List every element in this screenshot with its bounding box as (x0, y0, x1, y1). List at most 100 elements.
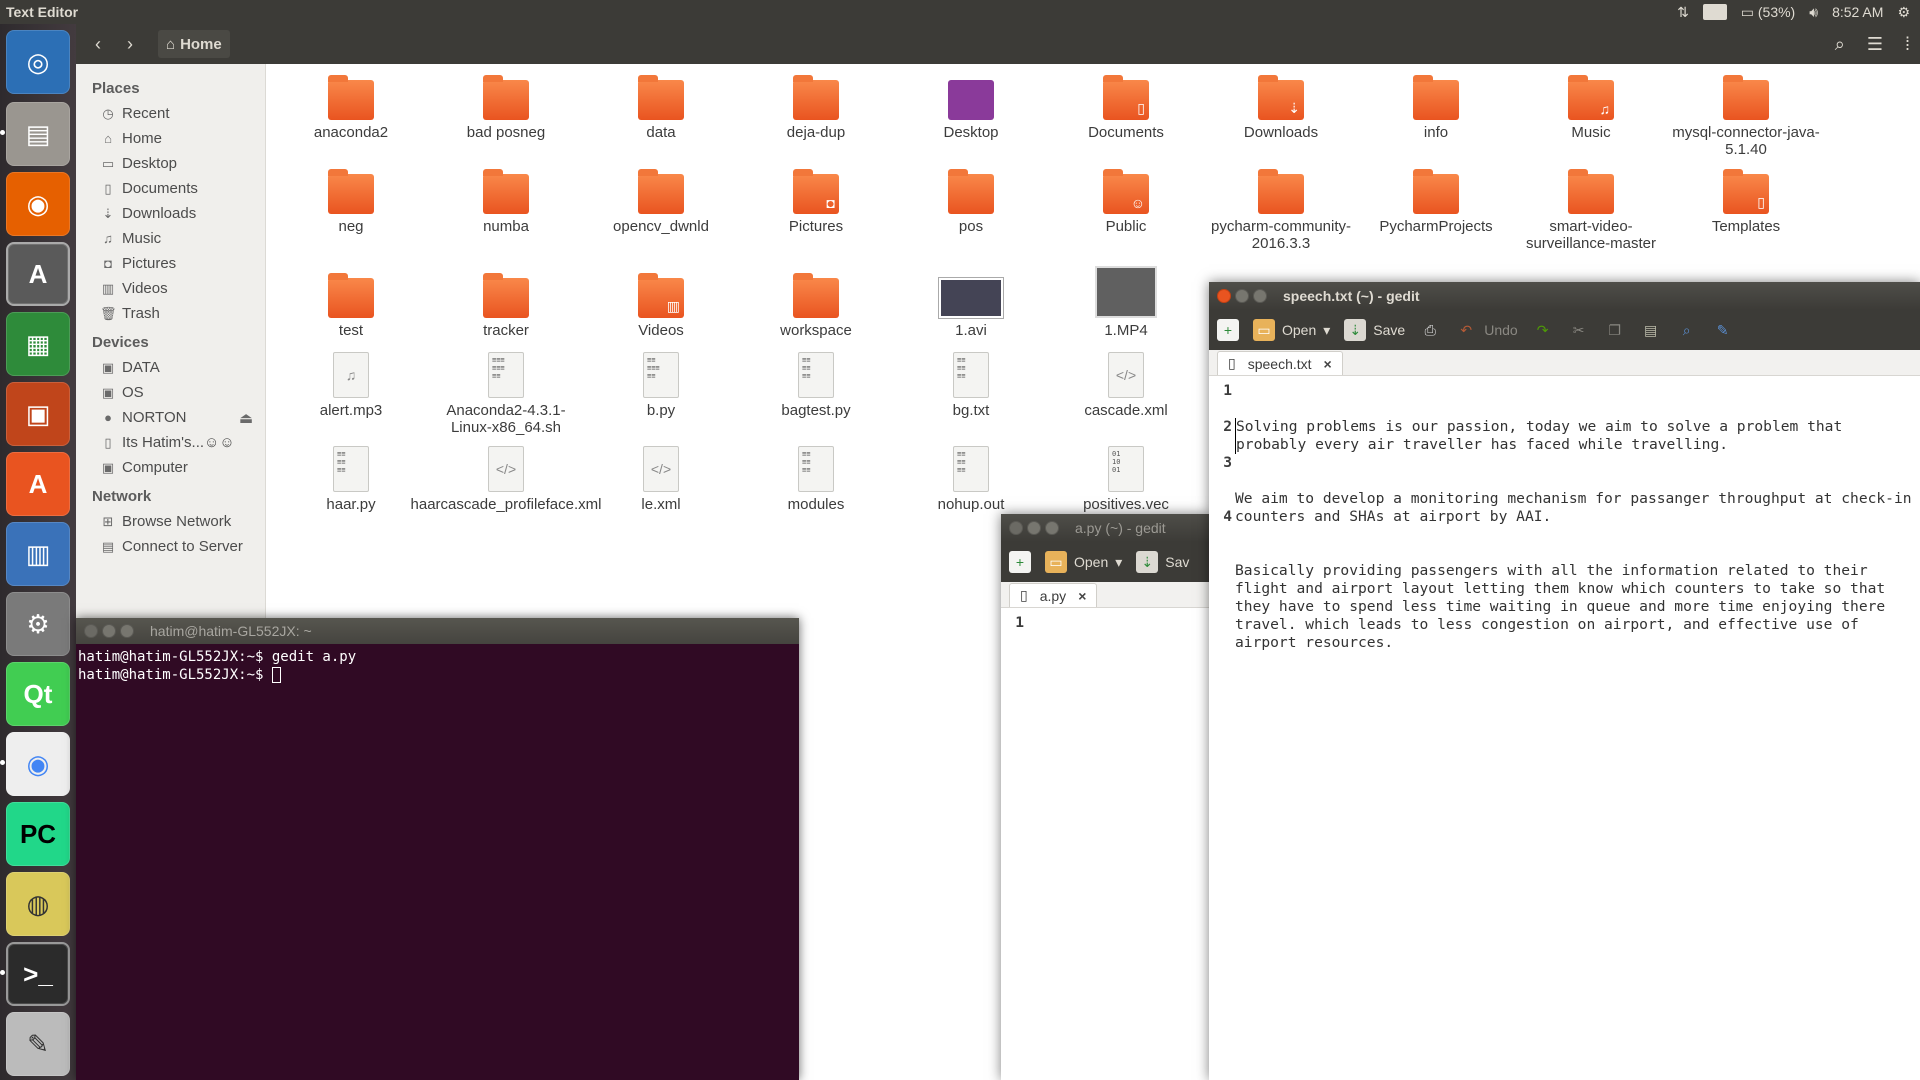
sidebar-item-videos[interactable]: ▥ Videos (76, 276, 265, 301)
sidebar-item-os-drive[interactable]: ▣ OS (76, 380, 265, 405)
battery-indicator[interactable]: ▭ (53%) (1741, 4, 1795, 21)
gedit-titlebar[interactable]: speech.txt (~) - gedit (1209, 282, 1920, 310)
folder-item[interactable]: pos (896, 169, 1046, 235)
folder-item[interactable]: tracker (431, 273, 581, 339)
copy-button[interactable]: ❐ (1604, 319, 1626, 341)
editor-text[interactable] (1027, 614, 1211, 632)
impress-presentation-icon[interactable]: ▣ (6, 382, 70, 446)
dropdown-arrow-icon[interactable]: ▾ (1115, 554, 1122, 571)
folder-item[interactable]: opencv_dwnld (586, 169, 736, 235)
paste-button[interactable]: ▤ (1640, 319, 1662, 341)
keyboard-layout-indicator[interactable]: En (1702, 4, 1727, 20)
folder-item[interactable]: workspace (741, 273, 891, 339)
folder-item[interactable]: pycharm-community-2016.3.3 (1206, 169, 1356, 252)
firefox-launcher-icon[interactable]: ◉ (6, 172, 70, 236)
cut-button[interactable]: ✂ (1568, 319, 1590, 341)
folder-item[interactable]: test (276, 273, 426, 339)
terminal-window[interactable]: hatim@hatim-GL552JX: ~ hatim@hatim-GL552… (76, 618, 799, 1080)
sidebar-item-desktop[interactable]: ▭ Desktop (76, 151, 265, 176)
sidebar-item-home[interactable]: ⌂ Home (76, 126, 265, 151)
close-button[interactable] (84, 624, 98, 638)
text-editor-launcher-icon[interactable]: ✎ (6, 1012, 70, 1076)
print-button[interactable]: ⎙ (1419, 319, 1441, 341)
sidebar-item-documents[interactable]: ▯ Documents (76, 176, 265, 201)
folder-item[interactable]: ▯ Templates (1671, 169, 1821, 235)
sidebar-item-computer[interactable]: ▣ Computer (76, 455, 265, 480)
tab-a-py[interactable]: ▯ a.py × (1009, 583, 1098, 607)
new-button[interactable]: + (1217, 319, 1239, 341)
file-item[interactable]: 01 10 01 positives.vec (1051, 446, 1201, 513)
writer-document-icon[interactable]: ▥ (6, 522, 70, 586)
sidebar-item-downloads[interactable]: ⇣ Downloads (76, 201, 265, 226)
sidebar-item-music[interactable]: ♫ Music (76, 226, 265, 251)
close-button[interactable] (1009, 521, 1023, 535)
settings-gear-icon[interactable]: ⚙ (1897, 4, 1910, 21)
file-item[interactable]: ≡≡ ≡≡≡ ≡≡ b.py (586, 352, 736, 419)
save-button[interactable]: ⇣ Sav (1136, 551, 1189, 573)
folder-item[interactable]: ♫ Music (1516, 75, 1666, 141)
file-item[interactable]: 1.avi (896, 278, 1046, 339)
editor-area[interactable]: 1 2 3 4 Solving problems is our passion,… (1209, 376, 1920, 724)
sidebar-item-norton[interactable]: ● NORTON ⏏ (76, 405, 265, 430)
folder-item[interactable]: mysql-connector-java-5.1.40 (1671, 75, 1821, 158)
replace-button[interactable]: ✎ (1712, 319, 1734, 341)
folder-item[interactable]: ▯ Documents (1051, 75, 1201, 141)
folder-item[interactable]: info (1361, 75, 1511, 141)
terminal-launcher-icon[interactable]: >_ (6, 942, 70, 1006)
dash-home-icon[interactable]: ◎ (6, 30, 70, 94)
clock[interactable]: 8:52 AM (1832, 4, 1883, 20)
dropdown-arrow-icon[interactable]: ▾ (1323, 322, 1330, 339)
file-item[interactable]: 1.MP4 (1051, 266, 1201, 339)
folder-item[interactable]: Desktop (896, 80, 1046, 141)
qt-creator-icon[interactable]: Qt (6, 662, 70, 726)
folder-item[interactable]: ▥ Videos (586, 273, 736, 339)
folder-item[interactable]: ⇣ Downloads (1206, 75, 1356, 141)
back-button[interactable]: ‹ (84, 30, 112, 58)
pycharm-launcher-icon[interactable]: PC (6, 802, 70, 866)
file-item[interactable]: ≡≡≡ ≡≡≡ ≡≡ Anaconda2-4.3.1-Linux-x86_64.sh (431, 352, 581, 436)
software-center-icon[interactable]: A (6, 452, 70, 516)
file-item[interactable]: ≡≡ ≡≡ ≡≡ modules (741, 446, 891, 513)
search-icon[interactable]: ⌕ (1835, 34, 1845, 55)
minimize-button[interactable] (1027, 521, 1041, 535)
close-tab-icon[interactable]: × (1078, 588, 1086, 604)
speaker-app-icon[interactable]: ◍ (6, 872, 70, 936)
terminal-titlebar[interactable]: hatim@hatim-GL552JX: ~ (76, 618, 799, 644)
file-item[interactable]: </> haarcascade_profileface.xml (411, 446, 601, 513)
open-button[interactable]: ▭ Open ▾ (1253, 319, 1330, 341)
minimize-button[interactable] (102, 624, 116, 638)
files-launcher-icon[interactable]: ▤ (6, 102, 70, 166)
tab-speech-txt[interactable]: ▯ speech.txt × (1217, 351, 1343, 375)
editor-area[interactable]: 1 (1001, 608, 1211, 632)
sidebar-item-connect-server[interactable]: ▤ Connect to Server (76, 534, 265, 559)
gedit-speech-window[interactable]: speech.txt (~) - gedit + ▭ Open ▾ ⇣ Save ⎙ … (1209, 282, 1920, 1080)
volume-icon[interactable]: 🔊︎ (1809, 4, 1818, 21)
find-button[interactable]: ⌕ (1676, 319, 1698, 341)
maximize-button[interactable] (1253, 289, 1267, 303)
folder-item[interactable]: ◘ Pictures (741, 169, 891, 235)
network-icon[interactable]: ⇅ (1677, 4, 1689, 21)
folder-item[interactable]: bad posneg (431, 75, 581, 141)
file-item[interactable]: ≡≡ ≡≡ ≡≡ bagtest.py (741, 352, 891, 419)
file-item[interactable]: ≡≡ ≡≡ ≡≡ bg.txt (896, 352, 1046, 419)
folder-item[interactable]: smart-video-surveillance-master (1516, 169, 1666, 252)
grid-icon[interactable]: ⁞ (1905, 34, 1910, 55)
file-item[interactable]: ≡≡ ≡≡ ≡≡ haar.py (276, 446, 426, 513)
folder-item[interactable]: ☺ Public (1051, 169, 1201, 235)
forward-button[interactable]: › (116, 30, 144, 58)
sidebar-item-browse-network[interactable]: ⊞ Browse Network (76, 509, 265, 534)
sidebar-item-phone[interactable]: ▯ Its Hatim's...☺☺ (76, 430, 265, 455)
file-item[interactable]: </> cascade.xml (1051, 352, 1201, 419)
open-button[interactable]: ▭ Open ▾ (1045, 551, 1122, 573)
close-button[interactable] (1217, 289, 1231, 303)
folder-item[interactable]: numba (431, 169, 581, 235)
file-item[interactable]: ≡≡ ≡≡ ≡≡ nohup.out (896, 446, 1046, 513)
system-settings-icon[interactable]: ⚙ (6, 592, 70, 656)
sidebar-item-data-drive[interactable]: ▣ DATA (76, 355, 265, 380)
save-button[interactable]: ⇣ Save (1344, 319, 1405, 341)
path-home-button[interactable]: ⌂ Home (158, 30, 230, 58)
undo-button[interactable]: ↶ Undo (1455, 319, 1517, 341)
chrome-launcher-icon[interactable]: ◉ (6, 732, 70, 796)
gedit-a-py-window[interactable]: a.py (~) - gedit + ▭ Open ▾ ⇣ Sav ▯ a.py × 1 (1001, 514, 1211, 1080)
folder-item[interactable]: data (586, 75, 736, 141)
